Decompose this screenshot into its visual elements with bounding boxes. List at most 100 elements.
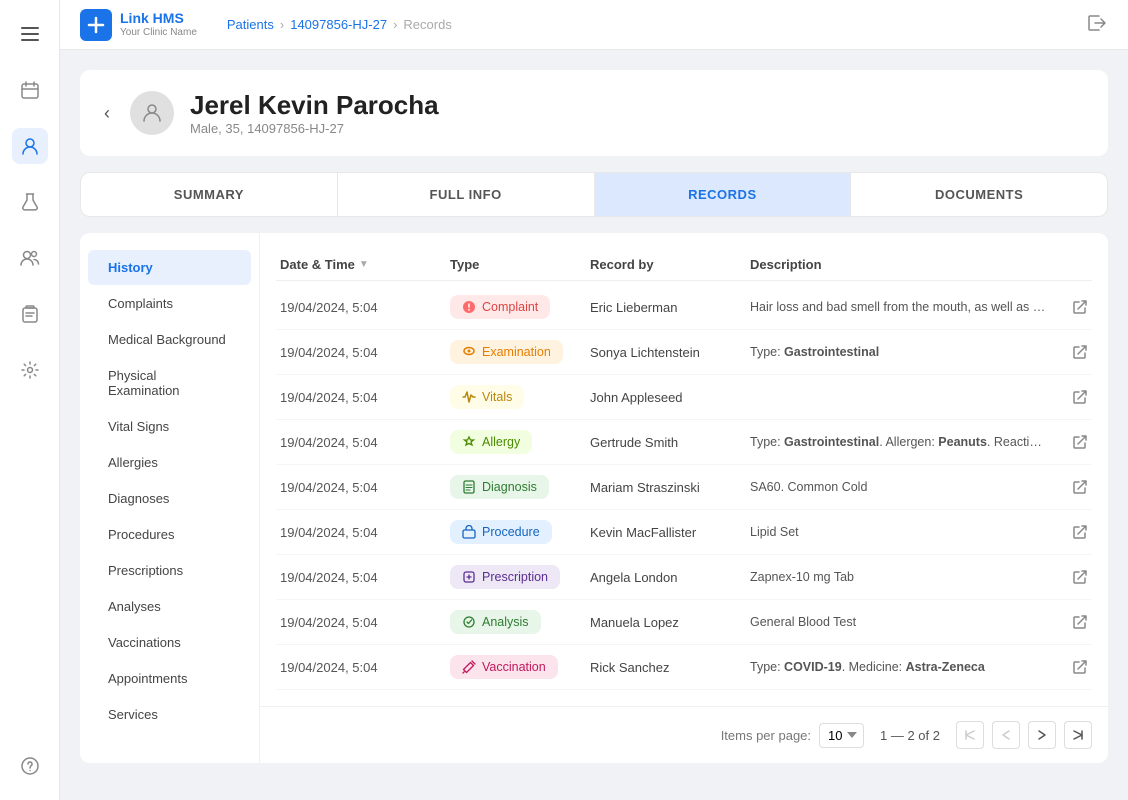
table-row: 19/04/2024, 5:04 Vaccination Rick Sanche… xyxy=(276,645,1092,690)
row-8-type: Vaccination xyxy=(450,655,590,679)
row-3-type: Allergy xyxy=(450,430,590,454)
settings-icon[interactable] xyxy=(12,352,48,388)
row-0-open[interactable] xyxy=(1048,299,1088,315)
row-4-open[interactable] xyxy=(1048,479,1088,495)
avatar xyxy=(130,91,174,135)
table-row: 19/04/2024, 5:04 Complaint Eric Lieberma… xyxy=(276,285,1092,330)
row-7-record-by: Manuela Lopez xyxy=(590,615,750,630)
row-4-type: Diagnosis xyxy=(450,475,590,499)
items-per-page-label: Items per page: xyxy=(721,728,811,743)
row-7-open[interactable] xyxy=(1048,614,1088,630)
hamburger-icon[interactable] xyxy=(12,16,48,52)
row-1-type: Examination xyxy=(450,340,590,364)
items-per-page-select[interactable]: 10 25 50 xyxy=(819,723,864,748)
nav-item-vital-signs[interactable]: Vital Signs xyxy=(88,409,251,444)
pagination: Items per page: 10 25 50 1 — 2 of 2 xyxy=(260,706,1108,763)
back-button[interactable]: ‹ xyxy=(104,103,110,124)
breadcrumb-patient-id[interactable]: 14097856-HJ-27 xyxy=(290,17,387,32)
logo: Link HMS Your Clinic Name xyxy=(80,9,197,41)
flask-icon[interactable] xyxy=(12,184,48,220)
logout-icon[interactable] xyxy=(1086,12,1108,34)
breadcrumb-sep1: › xyxy=(280,17,284,32)
pagination-first-button[interactable] xyxy=(956,721,984,749)
row-3-open[interactable] xyxy=(1048,434,1088,450)
table-row: 19/04/2024, 5:04 Prescription Angela Lon… xyxy=(276,555,1092,600)
row-6-record-by: Angela London xyxy=(590,570,750,585)
nav-item-services[interactable]: Services xyxy=(88,697,251,732)
nav-item-analyses[interactable]: Analyses xyxy=(88,589,251,624)
row-0-type: Complaint xyxy=(450,295,590,319)
row-1-desc: Type: Gastrointestinal xyxy=(750,345,1048,359)
row-6-desc: Zapnex-10 mg Tab xyxy=(750,570,1048,584)
table-row: 19/04/2024, 5:04 Examination Sonya Licht… xyxy=(276,330,1092,375)
nav-item-appointments[interactable]: Appointments xyxy=(88,661,251,696)
patient-name: Jerel Kevin Parocha xyxy=(190,90,439,121)
tab-documents[interactable]: DOCUMENTS xyxy=(851,173,1107,216)
row-5-desc: Lipid Set xyxy=(750,525,1048,539)
row-2-record-by: John Appleseed xyxy=(590,390,750,405)
breadcrumb: Patients › 14097856-HJ-27 › Records xyxy=(227,17,452,32)
nav-item-complaints[interactable]: Complaints xyxy=(88,286,251,321)
row-6-open[interactable] xyxy=(1048,569,1088,585)
row-5-open[interactable] xyxy=(1048,524,1088,540)
pagination-next-button[interactable] xyxy=(1028,721,1056,749)
nav-item-history[interactable]: History xyxy=(88,250,251,285)
tab-summary[interactable]: SUMMARY xyxy=(81,173,338,216)
tab-full-info[interactable]: FULL INFO xyxy=(338,173,595,216)
nav-item-procedures[interactable]: Procedures xyxy=(88,517,251,552)
tab-records[interactable]: RECORDS xyxy=(595,173,852,216)
group-icon[interactable] xyxy=(12,240,48,276)
table-row: 19/04/2024, 5:04 Procedure Kevin MacFall… xyxy=(276,510,1092,555)
col-action xyxy=(1048,257,1088,272)
table-row: 19/04/2024, 5:04 Allergy Gertrude Smith … xyxy=(276,420,1092,465)
pagination-last-button[interactable] xyxy=(1064,721,1092,749)
type-badge-procedure: Procedure xyxy=(450,520,552,544)
patient-card: ‹ Jerel Kevin Parocha Male, 35, 14097856… xyxy=(80,70,1108,156)
logo-title: Link HMS xyxy=(120,11,197,26)
row-8-desc: Type: COVID-19. Medicine: Astra-Zeneca xyxy=(750,660,1048,674)
table-row: 19/04/2024, 5:04 Analysis Manuela Lopez … xyxy=(276,600,1092,645)
logo-icon xyxy=(80,9,112,41)
type-badge-prescription: Prescription xyxy=(450,565,560,589)
topnav-right xyxy=(1086,12,1108,37)
clipboard-icon[interactable] xyxy=(12,296,48,332)
nav-item-physical-examination[interactable]: Physical Examination xyxy=(88,358,251,408)
breadcrumb-patients[interactable]: Patients xyxy=(227,17,274,32)
main-tabs: SUMMARY FULL INFO RECORDS DOCUMENTS xyxy=(80,172,1108,217)
nav-item-prescriptions[interactable]: Prescriptions xyxy=(88,553,251,588)
table-row: 19/04/2024, 5:04 Vitals John Appleseed xyxy=(276,375,1092,420)
table-header: Date & Time ▼ Type Record by Description xyxy=(276,249,1092,281)
pagination-range: 1 — 2 of 2 xyxy=(880,728,940,743)
row-0-datetime: 19/04/2024, 5:04 xyxy=(280,300,450,315)
row-8-record-by: Rick Sanchez xyxy=(590,660,750,675)
pagination-prev-button[interactable] xyxy=(992,721,1020,749)
row-5-record-by: Kevin MacFallister xyxy=(590,525,750,540)
patient-meta: Male, 35, 14097856-HJ-27 xyxy=(190,121,439,136)
row-8-datetime: 19/04/2024, 5:04 xyxy=(280,660,450,675)
row-2-open[interactable] xyxy=(1048,389,1088,405)
row-1-record-by: Sonya Lichtenstein xyxy=(590,345,750,360)
row-0-record-by: Eric Lieberman xyxy=(590,300,750,315)
row-1-datetime: 19/04/2024, 5:04 xyxy=(280,345,450,360)
sort-icon: ▼ xyxy=(359,259,369,270)
row-4-datetime: 19/04/2024, 5:04 xyxy=(280,480,450,495)
nav-item-medical-background[interactable]: Medical Background xyxy=(88,322,251,357)
row-7-desc: General Blood Test xyxy=(750,615,1048,629)
col-datetime[interactable]: Date & Time ▼ xyxy=(280,257,450,272)
type-badge-examination: Examination xyxy=(450,340,563,364)
nav-item-allergies[interactable]: Allergies xyxy=(88,445,251,480)
breadcrumb-records: Records xyxy=(403,17,451,32)
person-icon[interactable] xyxy=(12,128,48,164)
topnav: Link HMS Your Clinic Name Patients › 140… xyxy=(60,0,1128,50)
row-0-desc: Hair loss and bad smell from the mouth, … xyxy=(750,300,1048,314)
row-8-open[interactable] xyxy=(1048,659,1088,675)
nav-item-diagnoses[interactable]: Diagnoses xyxy=(88,481,251,516)
type-badge-vaccination: Vaccination xyxy=(450,655,558,679)
calendar-icon[interactable] xyxy=(12,72,48,108)
nav-item-vaccinations[interactable]: Vaccinations xyxy=(88,625,251,660)
help-icon[interactable] xyxy=(12,748,48,784)
row-1-open[interactable] xyxy=(1048,344,1088,360)
row-3-record-by: Gertrude Smith xyxy=(590,435,750,450)
row-4-desc: SA60. Common Cold xyxy=(750,480,1048,494)
col-description: Description xyxy=(750,257,1048,272)
